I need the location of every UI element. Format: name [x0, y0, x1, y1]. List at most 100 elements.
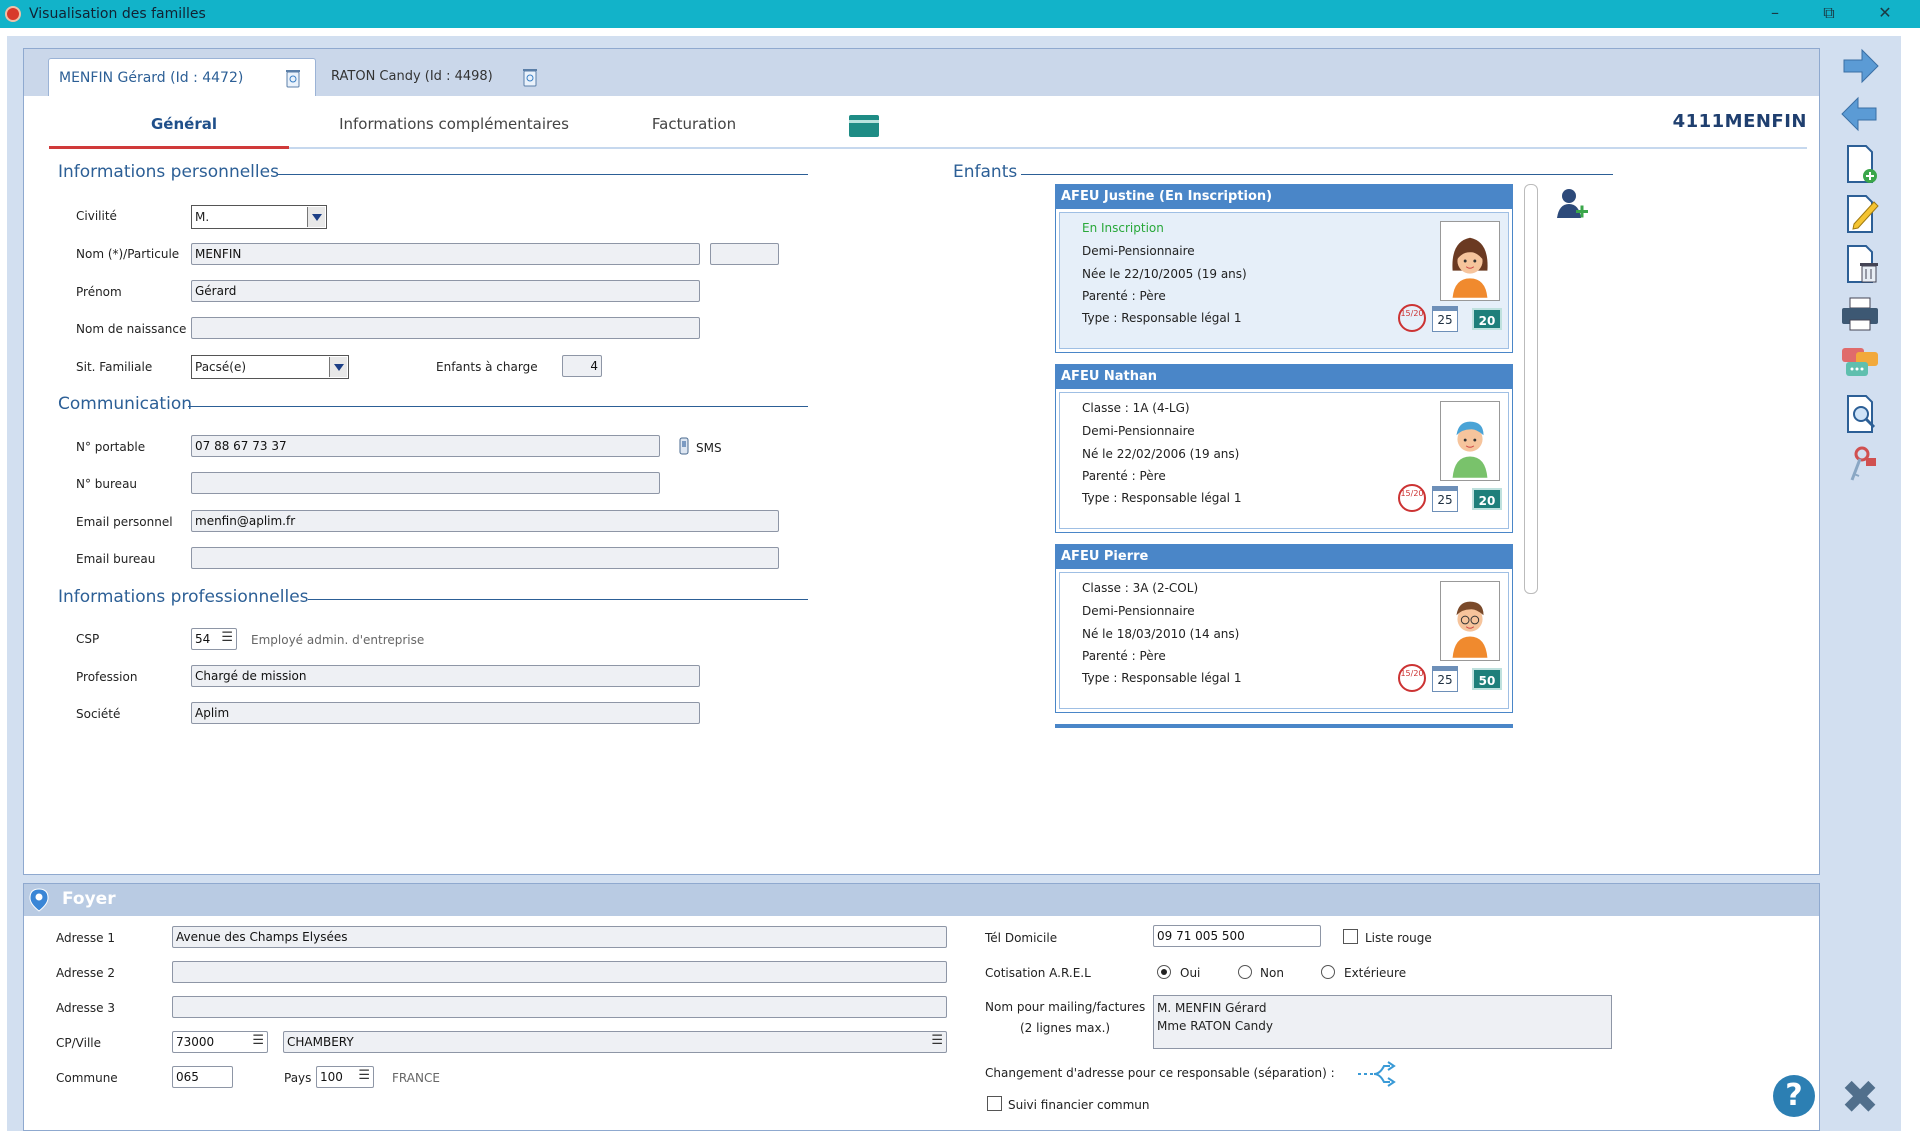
mailing-sublabel: (2 lignes max.): [1020, 1021, 1111, 1035]
window-title: Visualisation des familles: [29, 6, 206, 22]
evaluation-badge[interactable]: 15/20: [1398, 484, 1426, 512]
credit-card-icon[interactable]: [849, 115, 879, 137]
list-icon[interactable]: ☰: [931, 1033, 943, 1048]
office-phone-field[interactable]: [191, 472, 660, 494]
red-list-checkbox[interactable]: [1343, 929, 1358, 944]
section-rule: [1021, 174, 1613, 175]
child-birthdate: Né le 18/03/2010 (14 ans): [1082, 627, 1240, 641]
birthname-field[interactable]: [191, 317, 700, 339]
calendar-badge[interactable]: 25: [1432, 666, 1458, 692]
child-type: Type : Responsable légal 1: [1082, 671, 1242, 685]
child-type: Type : Responsable légal 1: [1082, 311, 1242, 325]
tab-informations-complementaires[interactable]: Informations complémentaires: [324, 115, 584, 133]
tab-general[interactable]: Général: [124, 115, 244, 133]
print-icon[interactable]: [1836, 292, 1884, 336]
commune-field[interactable]: 065: [172, 1066, 233, 1088]
name-field[interactable]: MENFIN: [191, 243, 700, 265]
postal-code-field[interactable]: 73000 ☰: [172, 1031, 268, 1053]
help-button[interactable]: ?: [1773, 1075, 1815, 1117]
child-card[interactable]: AFEU Nathan Classe : 1A (4-LG) Demi-Pens…: [1055, 364, 1513, 533]
arel-no-radio[interactable]: [1238, 965, 1252, 979]
sms-button[interactable]: SMS: [696, 441, 722, 455]
profession-field[interactable]: Chargé de mission: [191, 665, 700, 687]
section-rule: [308, 599, 808, 600]
email-office-field[interactable]: [191, 547, 779, 569]
close-window-button[interactable]: ✕: [1870, 3, 1900, 25]
calendar-badge[interactable]: 25: [1432, 486, 1458, 512]
person-tab-menfin[interactable]: MENFIN Gérard (Id : 4472): [48, 58, 316, 96]
address2-field[interactable]: [172, 961, 947, 983]
common-financial-checkbox[interactable]: [987, 1096, 1002, 1111]
location-pin-icon: [29, 888, 49, 912]
restore-button[interactable]: ⧉: [1814, 3, 1844, 25]
list-icon[interactable]: ☰: [358, 1068, 370, 1083]
search-document-icon[interactable]: [1836, 392, 1884, 436]
firstname-field[interactable]: Gérard: [191, 280, 700, 302]
csp-hint: Employé admin. d'entreprise: [251, 633, 425, 647]
section-title: Informations professionnelles: [58, 587, 309, 607]
trash-icon[interactable]: [521, 66, 539, 88]
company-label: Société: [76, 707, 121, 721]
trash-icon[interactable]: [284, 67, 302, 89]
list-icon[interactable]: ☰: [252, 1033, 264, 1048]
count-badge[interactable]: 50: [1472, 668, 1502, 690]
list-icon[interactable]: ☰: [221, 630, 233, 645]
child-regime: Demi-Pensionnaire: [1082, 424, 1195, 438]
child-birthdate: Né le 22/02/2006 (19 ans): [1082, 447, 1240, 461]
country-value: 100: [320, 1070, 343, 1084]
mailing-names-field[interactable]: M. MENFIN Gérard Mme RATON Candy: [1153, 995, 1612, 1049]
arrow-right-icon[interactable]: [1836, 44, 1884, 88]
country-name: FRANCE: [392, 1071, 440, 1085]
evaluation-badge[interactable]: 15/20: [1398, 664, 1426, 692]
add-document-icon[interactable]: [1836, 142, 1884, 186]
family-status-label: Sit. Familiale: [76, 360, 153, 374]
address3-field[interactable]: [172, 996, 947, 1018]
arel-yes-radio[interactable]: [1157, 965, 1171, 979]
child-photo-boy: [1440, 401, 1500, 481]
email-field[interactable]: menfin@aplim.fr: [191, 510, 779, 532]
mobile-field[interactable]: 07 88 67 73 37: [191, 435, 660, 457]
address1-label: Adresse 1: [56, 931, 116, 945]
arel-external-radio[interactable]: [1321, 965, 1335, 979]
civility-select[interactable]: M.: [191, 205, 327, 229]
particle-field[interactable]: [710, 243, 779, 265]
minimize-button[interactable]: –: [1760, 3, 1790, 25]
section-professional: Informations professionnelles: [58, 587, 808, 607]
arel-no-label: Non: [1260, 966, 1284, 980]
tab-facturation[interactable]: Facturation: [624, 115, 764, 133]
phone-icon[interactable]: [677, 436, 691, 456]
children-scrollbar[interactable]: [1524, 184, 1538, 594]
calendar-badge[interactable]: 25: [1432, 306, 1458, 332]
city-field[interactable]: CHAMBERY ☰: [283, 1031, 947, 1053]
arel-yes-label: Oui: [1180, 966, 1201, 980]
arrow-left-icon[interactable]: [1836, 92, 1884, 136]
child-card[interactable]: AFEU Justine (En Inscription) En Inscrip…: [1055, 184, 1513, 353]
child-class: Classe : 3A (2-COL): [1082, 581, 1199, 595]
company-field[interactable]: Aplim: [191, 702, 700, 724]
add-child-icon[interactable]: [1553, 184, 1589, 224]
edit-document-icon[interactable]: [1836, 192, 1884, 236]
messages-icon[interactable]: [1836, 342, 1884, 386]
country-field[interactable]: 100 ☰: [316, 1066, 374, 1088]
evaluation-badge[interactable]: 15/20: [1398, 304, 1426, 332]
children-count-field[interactable]: 4: [562, 355, 602, 377]
section-personal: Informations personnelles: [58, 162, 808, 182]
app-icon: [5, 6, 21, 22]
csp-field[interactable]: 54 ☰: [191, 628, 237, 650]
delete-document-icon[interactable]: [1836, 242, 1884, 286]
title-bar: Visualisation des familles – ⧉ ✕: [0, 0, 1920, 28]
home-phone-field[interactable]: 09 71 005 500: [1153, 925, 1321, 947]
firstname-label: Prénom: [76, 285, 122, 299]
split-address-icon[interactable]: [1356, 1058, 1400, 1090]
address1-field[interactable]: Avenue des Champs Elysées: [172, 926, 947, 948]
keys-icon[interactable]: [1836, 442, 1884, 486]
child-card[interactable]: AFEU Pierre Classe : 3A (2-COL) Demi-Pen…: [1055, 544, 1513, 713]
person-tab-raton[interactable]: RATON Candy (Id : 4498): [321, 58, 561, 96]
count-badge[interactable]: 20: [1472, 308, 1502, 330]
profession-label: Profession: [76, 670, 138, 684]
person-tab-strip: MENFIN Gérard (Id : 4472) RATON Candy (I…: [24, 49, 1819, 96]
count-badge[interactable]: 20: [1472, 488, 1502, 510]
next-child-card-edge: [1055, 724, 1513, 728]
family-status-select[interactable]: Pacsé(e): [191, 355, 349, 379]
close-form-button[interactable]: ✖: [1838, 1074, 1882, 1120]
